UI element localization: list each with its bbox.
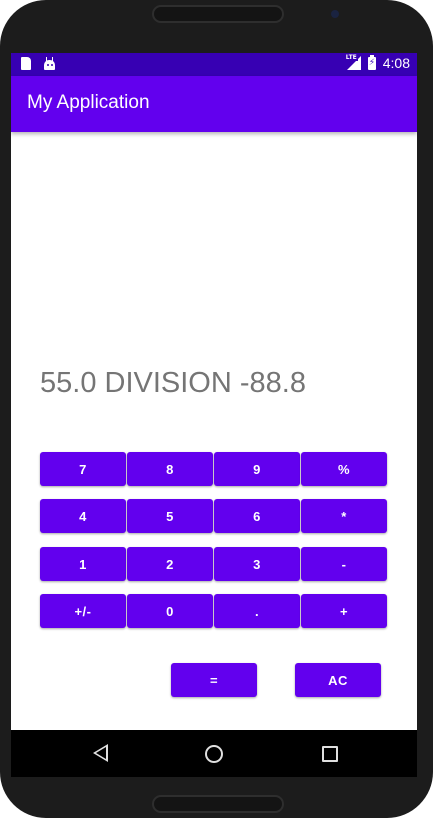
subtract-button[interactable]: - <box>301 547 387 581</box>
all-clear-button[interactable]: AC <box>295 663 381 697</box>
app-bar: My Application <box>11 76 417 132</box>
status-notifications <box>21 57 56 70</box>
key-7-button[interactable]: 7 <box>40 452 126 486</box>
calculator-display: 55.0 DIVISION -88.8 <box>40 367 306 399</box>
status-system: LTE ⚡ 4:08 <box>344 54 410 71</box>
app-title: My Application <box>27 92 150 113</box>
status-bar: LTE ⚡ 4:08 <box>11 53 417 76</box>
lte-signal-icon: LTE <box>344 54 361 70</box>
sd-card-icon <box>21 57 31 70</box>
key-5-button[interactable]: 5 <box>127 499 213 533</box>
key-8-button[interactable]: 8 <box>127 452 213 486</box>
navigation-bar <box>11 730 417 777</box>
key-2-button[interactable]: 2 <box>127 547 213 581</box>
key-1-button[interactable]: 1 <box>40 547 126 581</box>
top-speaker-grille <box>152 5 284 23</box>
key-9-button[interactable]: 9 <box>214 452 300 486</box>
add-button[interactable]: + <box>301 594 387 628</box>
device-frame: LTE ⚡ 4:08 My Application 55.0 DIVISION … <box>0 0 433 818</box>
status-clock: 4:08 <box>382 55 410 71</box>
back-icon[interactable] <box>93 744 108 762</box>
multiply-button[interactable]: * <box>301 499 387 533</box>
key-3-button[interactable]: 3 <box>214 547 300 581</box>
equals-button[interactable]: = <box>171 663 257 697</box>
bottom-speaker-grille <box>152 795 284 813</box>
network-type-label: LTE <box>344 54 358 61</box>
android-debug-icon <box>43 57 56 70</box>
key-0-button[interactable]: 0 <box>127 594 213 628</box>
home-icon[interactable] <box>205 745 223 763</box>
recents-icon[interactable] <box>322 746 338 762</box>
battery-charging-icon: ⚡ <box>367 54 376 70</box>
decimal-point-button[interactable]: . <box>214 594 300 628</box>
key-6-button[interactable]: 6 <box>214 499 300 533</box>
screen: LTE ⚡ 4:08 My Application 55.0 DIVISION … <box>11 53 417 777</box>
negate-button[interactable]: +/- <box>40 594 126 628</box>
percent-button[interactable]: % <box>301 452 387 486</box>
front-camera <box>331 10 339 18</box>
key-4-button[interactable]: 4 <box>40 499 126 533</box>
